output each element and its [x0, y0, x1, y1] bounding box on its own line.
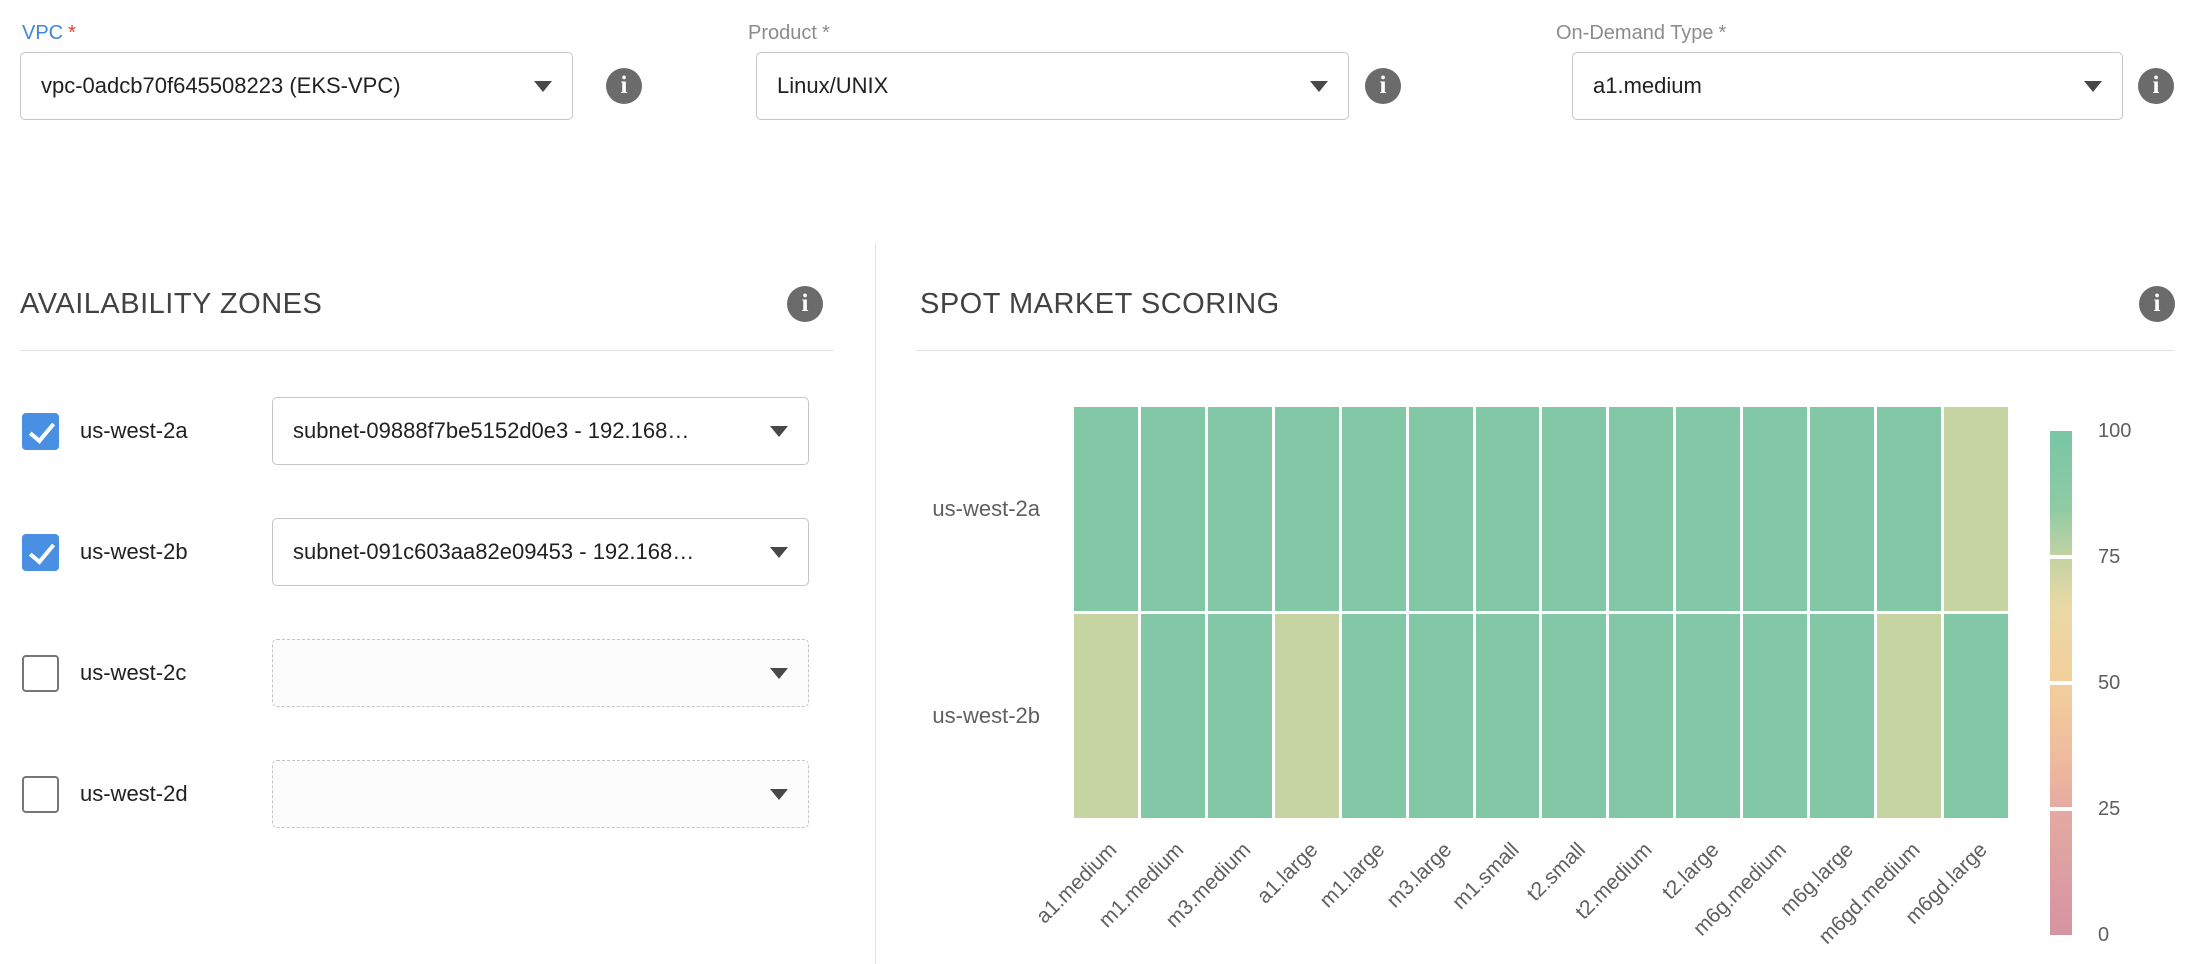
vpc-label: VPC* [22, 22, 76, 45]
az-row: us-west-2a subnet-09888f7be5152d0e3 - 192… [20, 397, 835, 465]
heatmap-cell [1208, 407, 1272, 611]
heatmap-col-label: m3.large [1383, 839, 1456, 912]
spot-market-scoring-divider [916, 350, 2174, 351]
heatmap-cell [1074, 614, 1138, 818]
colorbar-tick-label: 25 [2098, 796, 2120, 822]
heatmap-cell [1409, 407, 1473, 611]
az-checkbox-us-west-2b[interactable] [22, 534, 59, 571]
product-required-asterisk: * [822, 22, 830, 44]
on-demand-type-label-text: On-Demand Type [1556, 22, 1714, 44]
heatmap-row-label: us-west-2a [870, 495, 1040, 523]
heatmap-col-label: a1.large [1253, 839, 1322, 908]
heatmap-cell [1476, 407, 1540, 611]
availability-zones-info-icon[interactable]: i [787, 286, 823, 322]
availability-zones-divider [20, 350, 834, 351]
az-zone-label: us-west-2b [80, 539, 272, 565]
heatmap-cell [1141, 614, 1205, 818]
heatmap-cell [1476, 614, 1540, 818]
chevron-down-icon [770, 547, 788, 558]
panel-divider [875, 243, 876, 964]
heatmap-cell [1877, 614, 1941, 818]
on-demand-type-select[interactable]: a1.medium [1572, 52, 2123, 120]
spot-market-scoring-title: SPOT MARKET SCORING [920, 288, 1280, 321]
colorbar-tick-label: 0 [2098, 922, 2109, 948]
on-demand-type-label: On-Demand Type* [1556, 22, 1726, 45]
chevron-down-icon [2084, 81, 2102, 92]
heatmap-cell [1609, 614, 1673, 818]
product-select[interactable]: Linux/UNIX [756, 52, 1349, 120]
heatmap-cell [1342, 614, 1406, 818]
az-row: us-west-2c [20, 639, 835, 707]
heatmap-cell [1676, 614, 1740, 818]
product-select-value: Linux/UNIX [777, 73, 1296, 99]
heatmap-cell [1542, 407, 1606, 611]
vpc-select-value: vpc-0adcb70f645508223 (EKS-VPC) [41, 73, 520, 99]
az-subnet-value: subnet-09888f7be5152d0e3 - 192.168… [293, 418, 756, 444]
vpc-info-icon[interactable]: i [606, 68, 642, 104]
colorbar-tick-label: 100 [2098, 418, 2131, 444]
on-demand-type-required-asterisk: * [1719, 22, 1727, 44]
az-subnet-select-us-west-2d[interactable] [272, 760, 809, 828]
colorbar-gap [2050, 555, 2072, 559]
on-demand-type-info-icon[interactable]: i [2138, 68, 2174, 104]
heatmap-cell [1810, 407, 1874, 611]
chevron-down-icon [770, 668, 788, 679]
az-row: us-west-2b subnet-091c603aa82e09453 - 192… [20, 518, 835, 586]
heatmap-cell [1743, 407, 1807, 611]
heatmap-cell [1810, 614, 1874, 818]
product-info-icon[interactable]: i [1365, 68, 1401, 104]
product-label-text: Product [748, 22, 817, 44]
heatmap-cell [1275, 614, 1339, 818]
az-zone-label: us-west-2d [80, 781, 272, 807]
vpc-select[interactable]: vpc-0adcb70f645508223 (EKS-VPC) [20, 52, 573, 120]
vpc-required-asterisk: * [68, 22, 76, 44]
chevron-down-icon [1310, 81, 1328, 92]
page: VPC* vpc-0adcb70f645508223 (EKS-VPC) i P… [0, 0, 2196, 964]
chevron-down-icon [534, 81, 552, 92]
colorbar-gap [2050, 681, 2072, 685]
heatmap-cell [1409, 614, 1473, 818]
heatmap-col-label: t2.large [1659, 839, 1724, 904]
az-subnet-select-us-west-2c[interactable] [272, 639, 809, 707]
on-demand-type-select-value: a1.medium [1593, 73, 2070, 99]
heatmap-col-label: m1.small [1448, 839, 1523, 914]
heatmap-cell [1877, 407, 1941, 611]
heatmap-col-label: m1.large [1316, 839, 1389, 912]
heatmap-cell [1609, 407, 1673, 611]
colorbar-tick-label: 50 [2098, 670, 2120, 696]
az-subnet-select-us-west-2b[interactable]: subnet-091c603aa82e09453 - 192.168… [272, 518, 809, 586]
heatmap-cell [1141, 407, 1205, 611]
az-row: us-west-2d [20, 760, 835, 828]
heatmap-cell [1743, 614, 1807, 818]
heatmap-cell [1342, 407, 1406, 611]
chevron-down-icon [770, 426, 788, 437]
heatmap-cell [1542, 614, 1606, 818]
az-rows: us-west-2a subnet-09888f7be5152d0e3 - 192… [20, 397, 835, 881]
az-subnet-value: subnet-091c603aa82e09453 - 192.168… [293, 539, 756, 565]
product-label: Product* [748, 22, 830, 45]
heatmap [1074, 407, 2008, 818]
heatmap-cell [1208, 614, 1272, 818]
availability-zones-title: AVAILABILITY ZONES [20, 288, 322, 321]
az-checkbox-us-west-2c[interactable] [22, 655, 59, 692]
heatmap-row-label: us-west-2b [870, 702, 1040, 730]
spot-market-scoring-info-icon[interactable]: i [2139, 286, 2175, 322]
heatmap-cell [1944, 614, 2008, 818]
colorbar-tick-label: 75 [2098, 544, 2120, 570]
az-zone-label: us-west-2c [80, 660, 272, 686]
az-checkbox-us-west-2d[interactable] [22, 776, 59, 813]
az-subnet-select-us-west-2a[interactable]: subnet-09888f7be5152d0e3 - 192.168… [272, 397, 809, 465]
az-checkbox-us-west-2a[interactable] [22, 413, 59, 450]
vpc-label-text: VPC [22, 22, 63, 44]
heatmap-col-label: t2.small [1523, 839, 1590, 906]
heatmap-cell [1275, 407, 1339, 611]
heatmap-cell [1944, 407, 2008, 611]
chevron-down-icon [770, 789, 788, 800]
heatmap-cell [1074, 407, 1138, 611]
colorbar-gap [2050, 807, 2072, 811]
heatmap-cell [1676, 407, 1740, 611]
az-zone-label: us-west-2a [80, 418, 272, 444]
